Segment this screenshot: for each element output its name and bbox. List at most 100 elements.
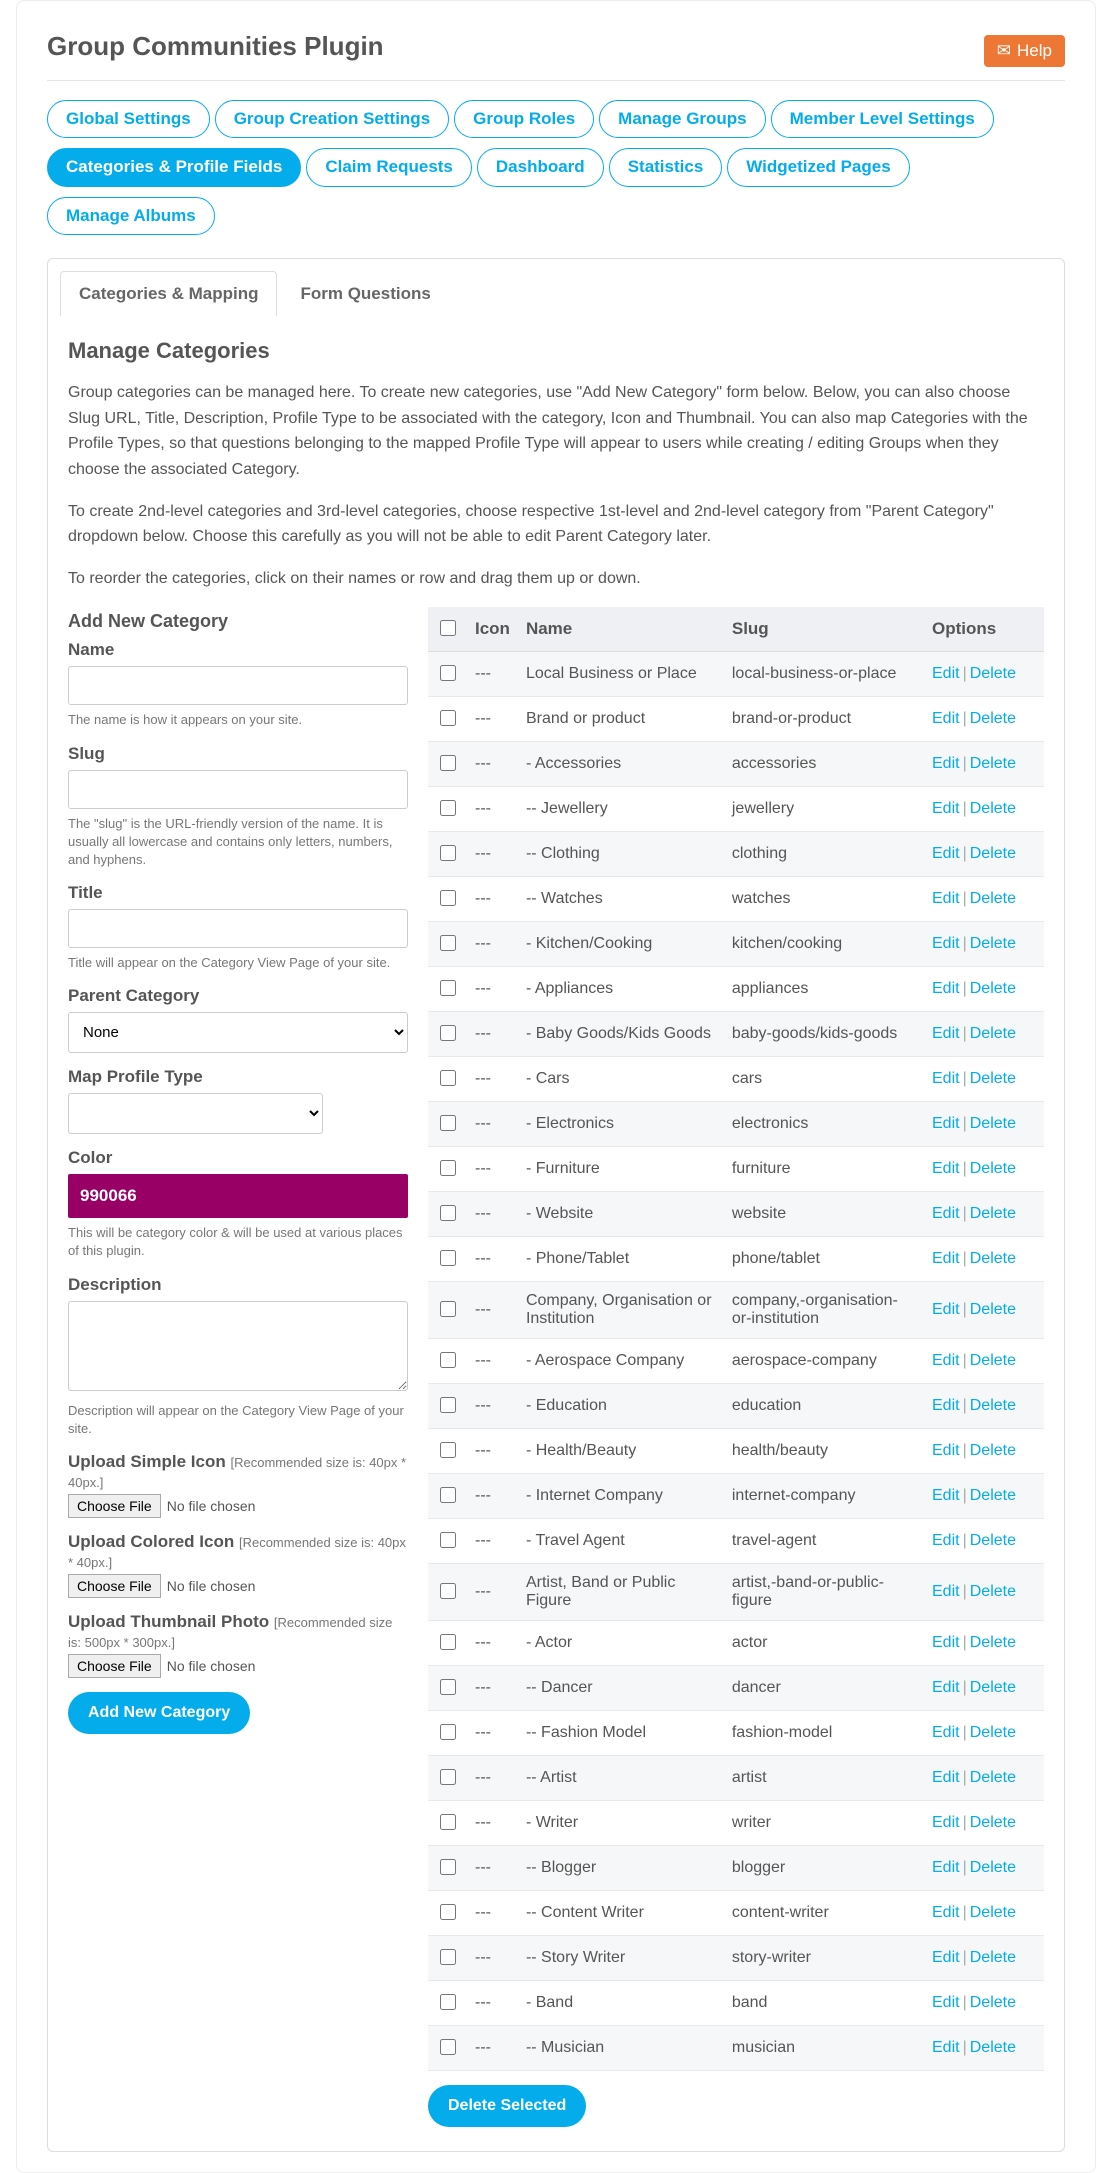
choose-file-simple-button[interactable]: Choose File — [68, 1494, 161, 1518]
row-checkbox[interactable] — [440, 1487, 456, 1503]
row-checkbox[interactable] — [440, 710, 456, 726]
edit-link[interactable]: Edit — [932, 1583, 960, 1600]
table-row[interactable]: ----- WatcheswatchesEdit|Delete — [428, 877, 1044, 922]
row-checkbox[interactable] — [440, 1205, 456, 1221]
row-checkbox[interactable] — [440, 665, 456, 681]
table-row[interactable]: ---- Travel Agenttravel-agentEdit|Delete — [428, 1519, 1044, 1564]
delete-link[interactable]: Delete — [970, 1160, 1016, 1177]
edit-link[interactable]: Edit — [932, 1442, 960, 1459]
edit-link[interactable]: Edit — [932, 1160, 960, 1177]
edit-link[interactable]: Edit — [932, 1025, 960, 1042]
delete-link[interactable]: Delete — [970, 935, 1016, 952]
table-row[interactable]: ---Artist, Band or Public Figureartist,-… — [428, 1564, 1044, 1621]
sub-tab[interactable]: Form Questions — [281, 271, 449, 316]
edit-link[interactable]: Edit — [932, 1634, 960, 1651]
row-checkbox[interactable] — [440, 1634, 456, 1650]
slug-input[interactable] — [68, 770, 408, 809]
delete-link[interactable]: Delete — [970, 1205, 1016, 1222]
table-row[interactable]: ---- ActoractorEdit|Delete — [428, 1621, 1044, 1666]
nav-pill[interactable]: Group Creation Settings — [215, 100, 449, 138]
table-row[interactable]: ---- CarscarsEdit|Delete — [428, 1057, 1044, 1102]
delete-link[interactable]: Delete — [970, 710, 1016, 727]
row-checkbox[interactable] — [440, 845, 456, 861]
delete-link[interactable]: Delete — [970, 1487, 1016, 1504]
choose-file-thumb-button[interactable]: Choose File — [68, 1654, 161, 1678]
table-row[interactable]: ----- JewelleryjewelleryEdit|Delete — [428, 787, 1044, 832]
edit-link[interactable]: Edit — [932, 1115, 960, 1132]
delete-link[interactable]: Delete — [970, 1397, 1016, 1414]
table-row[interactable]: ---- AccessoriesaccessoriesEdit|Delete — [428, 742, 1044, 787]
table-row[interactable]: ---Brand or productbrand-or-productEdit|… — [428, 697, 1044, 742]
edit-link[interactable]: Edit — [932, 1724, 960, 1741]
row-checkbox[interactable] — [440, 1070, 456, 1086]
delete-link[interactable]: Delete — [970, 1724, 1016, 1741]
delete-link[interactable]: Delete — [970, 1859, 1016, 1876]
table-row[interactable]: ---- ElectronicselectronicsEdit|Delete — [428, 1102, 1044, 1147]
nav-pill[interactable]: Claim Requests — [306, 148, 472, 186]
row-checkbox[interactable] — [440, 1769, 456, 1785]
edit-link[interactable]: Edit — [932, 1679, 960, 1696]
delete-selected-button[interactable]: Delete Selected — [428, 2085, 586, 2127]
edit-link[interactable]: Edit — [932, 1994, 960, 2011]
edit-link[interactable]: Edit — [932, 1070, 960, 1087]
delete-link[interactable]: Delete — [970, 1070, 1016, 1087]
row-checkbox[interactable] — [440, 890, 456, 906]
table-row[interactable]: ---- FurniturefurnitureEdit|Delete — [428, 1147, 1044, 1192]
delete-link[interactable]: Delete — [970, 1025, 1016, 1042]
row-checkbox[interactable] — [440, 1679, 456, 1695]
edit-link[interactable]: Edit — [932, 1859, 960, 1876]
row-checkbox[interactable] — [440, 1814, 456, 1830]
edit-link[interactable]: Edit — [932, 755, 960, 772]
table-row[interactable]: ---Company, Organisation or Institutionc… — [428, 1282, 1044, 1339]
table-row[interactable]: ---- Kitchen/Cookingkitchen/cookingEdit|… — [428, 922, 1044, 967]
edit-link[interactable]: Edit — [932, 2039, 960, 2056]
edit-link[interactable]: Edit — [932, 1949, 960, 1966]
edit-link[interactable]: Edit — [932, 935, 960, 952]
table-row[interactable]: ---- Aerospace Companyaerospace-companyE… — [428, 1339, 1044, 1384]
help-button[interactable]: ✉ Help — [984, 35, 1065, 67]
nav-pill[interactable]: Categories & Profile Fields — [47, 148, 301, 186]
table-row[interactable]: ---- Baby Goods/Kids Goodsbaby-goods/kid… — [428, 1012, 1044, 1057]
nav-pill[interactable]: Manage Groups — [599, 100, 765, 138]
edit-link[interactable]: Edit — [932, 800, 960, 817]
delete-link[interactable]: Delete — [970, 890, 1016, 907]
table-row[interactable]: ---- AppliancesappliancesEdit|Delete — [428, 967, 1044, 1012]
delete-link[interactable]: Delete — [970, 1532, 1016, 1549]
name-input[interactable] — [68, 666, 408, 705]
row-checkbox[interactable] — [440, 980, 456, 996]
row-checkbox[interactable] — [440, 1904, 456, 1920]
row-checkbox[interactable] — [440, 1532, 456, 1548]
delete-link[interactable]: Delete — [970, 1904, 1016, 1921]
row-checkbox[interactable] — [440, 1115, 456, 1131]
table-row[interactable]: ---- Phone/Tabletphone/tabletEdit|Delete — [428, 1237, 1044, 1282]
edit-link[interactable]: Edit — [932, 665, 960, 682]
row-checkbox[interactable] — [440, 1949, 456, 1965]
delete-link[interactable]: Delete — [970, 845, 1016, 862]
delete-link[interactable]: Delete — [970, 1352, 1016, 1369]
row-checkbox[interactable] — [440, 1442, 456, 1458]
table-row[interactable]: ----- BloggerbloggerEdit|Delete — [428, 1846, 1044, 1891]
table-row[interactable]: ---- WebsitewebsiteEdit|Delete — [428, 1192, 1044, 1237]
edit-link[interactable]: Edit — [932, 1205, 960, 1222]
table-row[interactable]: ---- Health/Beautyhealth/beautyEdit|Dele… — [428, 1429, 1044, 1474]
delete-link[interactable]: Delete — [970, 1442, 1016, 1459]
delete-link[interactable]: Delete — [970, 1994, 1016, 2011]
row-checkbox[interactable] — [440, 1025, 456, 1041]
edit-link[interactable]: Edit — [932, 1352, 960, 1369]
table-row[interactable]: ---- Internet Companyinternet-companyEdi… — [428, 1474, 1044, 1519]
row-checkbox[interactable] — [440, 1583, 456, 1599]
delete-link[interactable]: Delete — [970, 1769, 1016, 1786]
table-row[interactable]: ---- EducationeducationEdit|Delete — [428, 1384, 1044, 1429]
table-row[interactable]: ----- ClothingclothingEdit|Delete — [428, 832, 1044, 877]
edit-link[interactable]: Edit — [932, 1904, 960, 1921]
table-row[interactable]: ---- WriterwriterEdit|Delete — [428, 1801, 1044, 1846]
edit-link[interactable]: Edit — [932, 1250, 960, 1267]
row-checkbox[interactable] — [440, 1724, 456, 1740]
edit-link[interactable]: Edit — [932, 710, 960, 727]
table-row[interactable]: ----- Fashion Modelfashion-modelEdit|Del… — [428, 1711, 1044, 1756]
table-row[interactable]: ---- BandbandEdit|Delete — [428, 1981, 1044, 2026]
edit-link[interactable]: Edit — [932, 1397, 960, 1414]
row-checkbox[interactable] — [440, 1994, 456, 2010]
delete-link[interactable]: Delete — [970, 980, 1016, 997]
edit-link[interactable]: Edit — [932, 1532, 960, 1549]
